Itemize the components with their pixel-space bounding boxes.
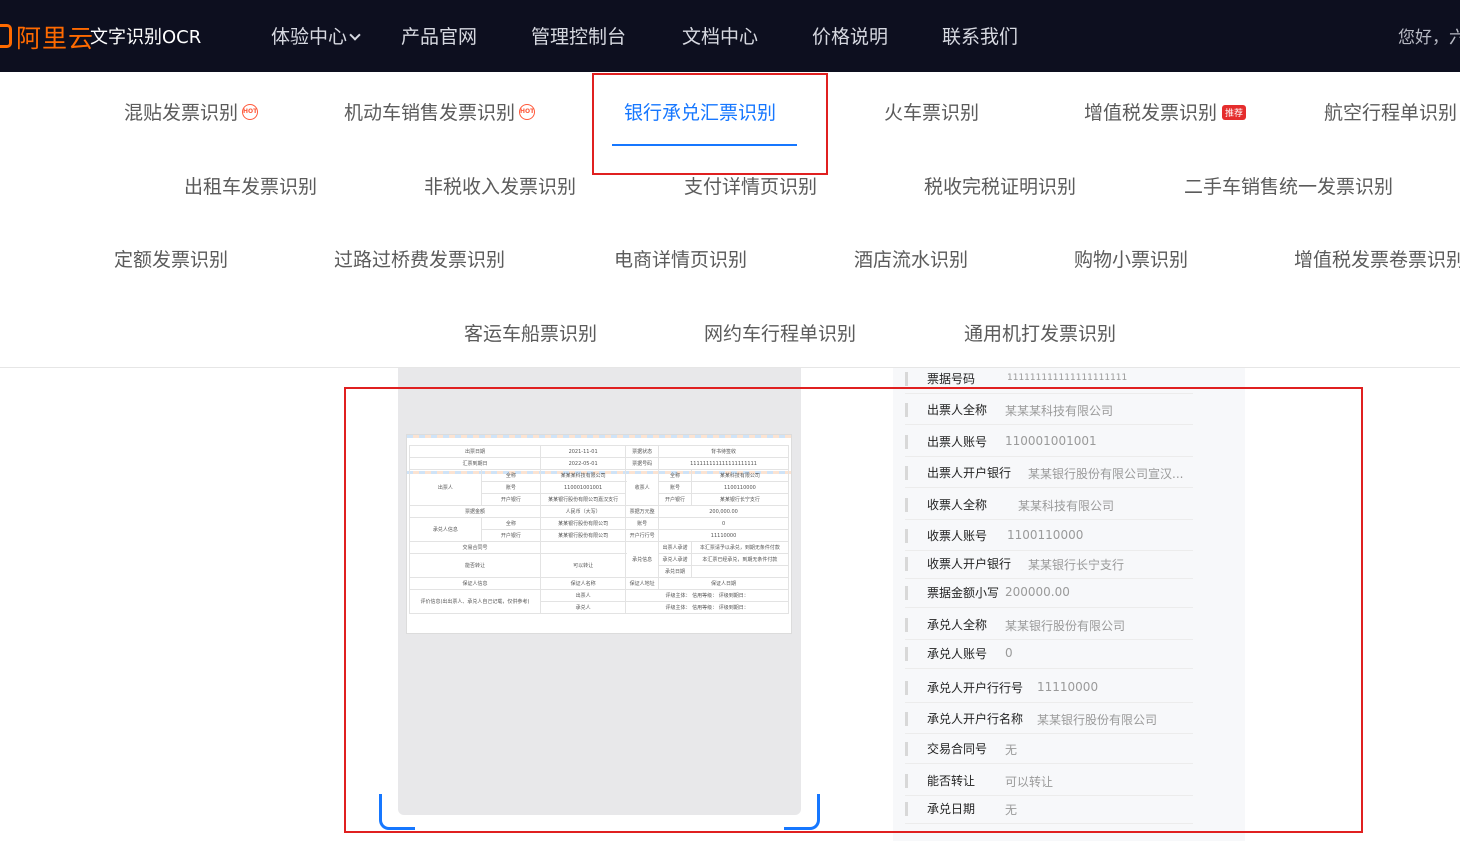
- tab-vat-roll-invoice[interactable]: 增值税发票卷票识别: [1294, 245, 1460, 272]
- tab-hotel-statement[interactable]: 酒店流水识别: [854, 245, 968, 272]
- product-name[interactable]: 文字识别OCR: [90, 23, 201, 49]
- content-highlight-box: [344, 387, 1363, 833]
- recommend-badge: 推荐: [1222, 105, 1247, 120]
- nav-contact[interactable]: 联系我们: [942, 22, 1018, 49]
- tab-non-tax-invoice[interactable]: 非税收入发票识别: [424, 172, 576, 199]
- nav-console[interactable]: 管理控制台: [531, 22, 626, 49]
- tab-highlight-box: [592, 73, 828, 175]
- tab-label: 机动车销售发票识别: [344, 102, 516, 124]
- user-greeting[interactable]: 您好，六: [1398, 23, 1460, 48]
- tab-toll-invoice[interactable]: 过路过桥费发票识别: [334, 245, 505, 272]
- tab-shopping-receipt[interactable]: 购物小票识别: [1074, 245, 1188, 272]
- tab-payment-detail[interactable]: 支付详情页识别: [684, 172, 817, 199]
- tab-ride-hailing-itinerary[interactable]: 网约车行程单识别: [704, 319, 856, 346]
- result-key: 票据号码: [927, 372, 976, 386]
- tab-train-ticket[interactable]: 火车票识别: [884, 98, 979, 125]
- nav-experience-center[interactable]: 体验中心: [271, 22, 361, 49]
- hot-badge-icon: HOT: [519, 104, 536, 120]
- result-value: 111111111111111111111: [1007, 373, 1128, 383]
- row-marker: [905, 372, 908, 386]
- nav-pricing[interactable]: 价格说明: [812, 22, 888, 49]
- aliyun-logo-icon[interactable]: [0, 24, 12, 48]
- hot-badge-icon: HOT: [242, 104, 259, 120]
- tab-tax-certificate[interactable]: 税收完税证明识别: [924, 172, 1076, 199]
- tab-label: 增值税发票识别: [1084, 102, 1218, 124]
- brand-name[interactable]: 阿里云: [16, 19, 94, 55]
- tab-ecommerce-detail[interactable]: 电商详情页识别: [614, 245, 747, 272]
- tab-air-itinerary[interactable]: 航空行程单识别: [1324, 98, 1457, 125]
- tab-used-car-invoice[interactable]: 二手车销售统一发票识别: [1184, 172, 1393, 199]
- nav-label: 体验中心: [271, 26, 348, 48]
- tab-label: 混贴发票识别: [124, 102, 239, 124]
- top-nav-bar: 阿里云 文字识别OCR 体验中心 产品官网 管理控制台 文档中心 价格说明 联系…: [0, 0, 1460, 72]
- tab-vat-invoice[interactable]: 增值税发票识别 推荐: [1084, 98, 1247, 125]
- tab-mixed-invoice[interactable]: 混贴发票识别 HOT: [124, 98, 259, 126]
- tab-passenger-ticket[interactable]: 客运车船票识别: [464, 319, 597, 346]
- tab-quota-invoice[interactable]: 定额发票识别: [114, 245, 228, 272]
- nav-docs[interactable]: 文档中心: [682, 22, 758, 49]
- nav-product-site[interactable]: 产品官网: [401, 22, 477, 49]
- tab-taxi-invoice[interactable]: 出租车发票识别: [184, 172, 317, 199]
- tab-vehicle-invoice[interactable]: 机动车销售发票识别 HOT: [344, 98, 536, 126]
- chevron-down-icon: [349, 29, 361, 41]
- tab-machine-printed-invoice[interactable]: 通用机打发票识别: [964, 319, 1116, 346]
